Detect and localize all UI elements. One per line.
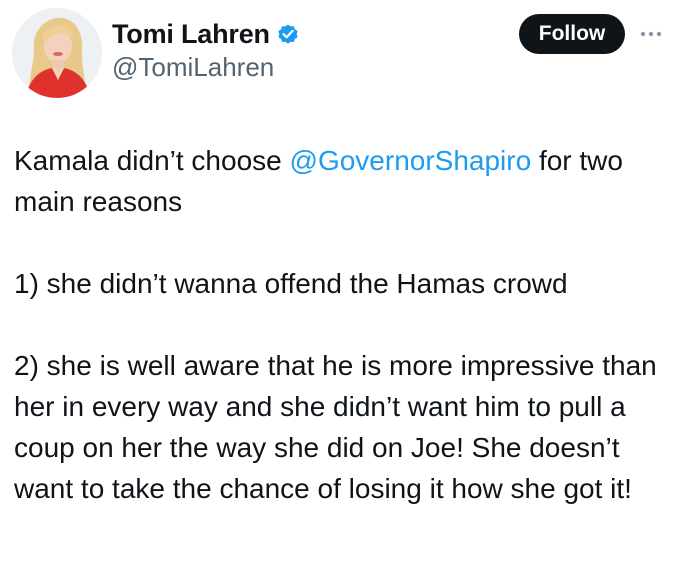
tweet-text: Kamala didn’t choose @GovernorShapiro fo… xyxy=(14,140,674,509)
intro-text: Kamala didn’t choose xyxy=(14,145,290,176)
tweet-card: Tomi Lahren @TomiLahren Follow Kamala di… xyxy=(0,0,680,575)
user-handle[interactable]: @TomiLahren xyxy=(112,52,274,83)
avatar-portrait xyxy=(12,8,102,98)
more-options-button[interactable] xyxy=(636,22,666,46)
display-name-row: Tomi Lahren xyxy=(112,14,300,54)
tweet-point-2: 2) she is well aware that he is more imp… xyxy=(14,350,657,504)
tweet-intro: Kamala didn’t choose @GovernorShapiro fo… xyxy=(14,140,674,222)
tweet-point-1: 1) she didn’t wanna offend the Hamas cro… xyxy=(14,268,568,299)
more-dots-icon xyxy=(640,31,662,37)
follow-button[interactable]: Follow xyxy=(519,14,625,54)
verified-badge-icon[interactable] xyxy=(276,22,300,46)
mention-link[interactable]: @GovernorShapiro xyxy=(290,145,532,176)
avatar[interactable] xyxy=(12,8,102,98)
display-name[interactable]: Tomi Lahren xyxy=(112,19,270,50)
